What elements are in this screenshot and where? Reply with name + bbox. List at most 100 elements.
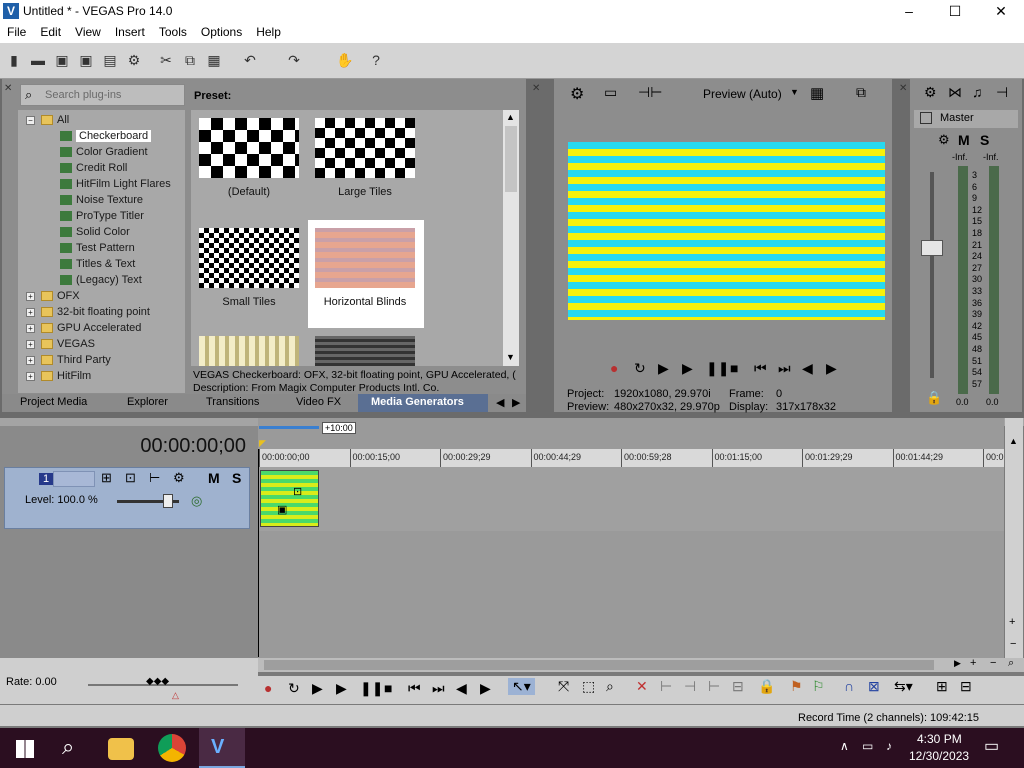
loop-icon[interactable]: ↻	[288, 680, 300, 697]
play-icon[interactable]: ▶	[336, 680, 347, 697]
event-fx-icon[interactable]: ▣	[277, 503, 287, 516]
maximize-button[interactable]: ☐	[932, 0, 978, 23]
track-fx-icon[interactable]: ⊡	[125, 470, 136, 486]
tree-plugin[interactable]: Credit Roll	[60, 160, 127, 176]
track-compositing-icon[interactable]: ⊢	[149, 470, 160, 486]
lock-envelopes-icon[interactable]: ⊞	[936, 678, 948, 695]
auto-crossfade-icon[interactable]: ⊠	[868, 678, 880, 695]
scroll-up-icon[interactable]: ▲	[1009, 436, 1018, 446]
save-icon[interactable]: ▣	[54, 52, 70, 68]
preset-partial-thumb-1[interactable]	[199, 336, 299, 366]
stop-icon[interactable]: ■	[384, 680, 392, 696]
event-pan-crop-icon[interactable]: ⊡	[293, 485, 302, 498]
menu-options[interactable]: Options	[194, 23, 249, 39]
paste-icon[interactable]: ▦	[206, 52, 222, 68]
preset-small-tiles-thumb[interactable]	[199, 228, 299, 288]
video-track-lane[interactable]	[258, 467, 1004, 531]
plugin-icon[interactable]: ✋	[336, 52, 353, 68]
preset-partial-thumb-2[interactable]	[315, 336, 415, 366]
tree-folder[interactable]: + HitFilm	[26, 368, 91, 384]
split-icon[interactable]: ⊟	[732, 678, 744, 695]
tree-plugin[interactable]: ProType Titler	[60, 208, 144, 224]
preset-scrollbar[interactable]: ▲ ▼	[503, 110, 519, 366]
search-icon[interactable]: ⌕	[62, 734, 74, 760]
marker-icon[interactable]: ⚑	[790, 678, 803, 695]
tab-transitions[interactable]: Transitions	[206, 396, 259, 408]
tree-plugin[interactable]: Solid Color	[60, 224, 130, 240]
trim-end-icon[interactable]: ⊢	[708, 678, 720, 695]
new-icon[interactable]: ▮	[6, 52, 22, 68]
trim-icon[interactable]: ⊢	[660, 678, 672, 695]
pause-icon[interactable]: ❚❚	[706, 360, 729, 377]
envelope-tool-icon[interactable]: ⤧	[558, 678, 569, 695]
tray-network-icon[interactable]: ▭	[862, 739, 873, 753]
close-pane-icon[interactable]: ✕	[4, 83, 12, 94]
start-button[interactable]	[8, 738, 40, 760]
properties-icon[interactable]: ⚙	[126, 52, 142, 68]
tree-folder[interactable]: + VEGAS	[26, 336, 95, 352]
file-explorer-icon[interactable]	[108, 738, 134, 760]
scroll-up-icon[interactable]: ▲	[506, 112, 515, 122]
tree-plugin[interactable]: Color Gradient	[60, 144, 148, 160]
expand-icon[interactable]: +	[26, 291, 35, 301]
tray-volume-icon[interactable]: ♪	[886, 739, 892, 753]
expand-icon[interactable]: +	[26, 339, 35, 349]
loop-region[interactable]	[259, 426, 319, 429]
h-zoom-out-icon[interactable]: −	[990, 657, 996, 669]
scroll-thumb[interactable]	[505, 126, 517, 192]
normal-edit-tool-icon[interactable]: ↖▾	[508, 678, 535, 695]
hscroll-right-icon[interactable]: ▶	[954, 658, 961, 669]
tree-plugin[interactable]: HitFilm Light Flares	[60, 176, 171, 192]
preview-properties-icon[interactable]: ⚙	[570, 84, 584, 104]
tree-plugin[interactable]: Checkerboard	[60, 128, 152, 144]
track-settings-icon[interactable]: ⚙	[173, 470, 185, 486]
render-icon[interactable]: ▤	[102, 52, 118, 68]
ripple-edit-icon[interactable]: ⇆▾	[894, 678, 913, 695]
lock-icon[interactable]: 🔒	[926, 390, 942, 406]
track-s-button[interactable]: S	[232, 470, 241, 486]
copy-snapshot-icon[interactable]: ⧉	[856, 84, 866, 101]
snapping-icon[interactable]: ∩	[844, 678, 854, 694]
video-event-clip[interactable]: ⊡ ▣	[260, 470, 319, 527]
tab-prev-icon[interactable]: ◀	[496, 396, 504, 409]
tree-plugin[interactable]: Noise Texture	[60, 192, 143, 208]
ignore-grouping-icon[interactable]: ⊟	[960, 678, 972, 695]
timeline-hscroll[interactable]: ▶ + − ⌕	[258, 657, 1024, 672]
track-level-thumb[interactable]	[163, 494, 173, 508]
stop-icon[interactable]: ■	[730, 360, 738, 376]
video-track-header[interactable]: 1 ⊞ ⊡ ⊢ ⚙ M S Level: 100.0 % ◎	[4, 467, 250, 529]
undo-icon[interactable]: ↶	[242, 52, 258, 68]
chevron-down-icon[interactable]: ▼	[790, 87, 799, 97]
tab-video-fx[interactable]: Video FX	[296, 396, 341, 408]
menu-file[interactable]: File	[0, 23, 33, 39]
selection-tool-icon[interactable]: ⬚	[582, 678, 595, 695]
clock-time[interactable]: 4:30 PM	[917, 732, 962, 746]
track-m-button[interactable]: M	[208, 470, 220, 486]
menu-view[interactable]: View	[68, 23, 108, 39]
open-icon[interactable]: ▬	[30, 52, 46, 68]
search-input[interactable]: ⌕ Search plug-ins	[20, 84, 185, 106]
chrome-icon[interactable]	[158, 734, 186, 762]
track-name-field[interactable]	[53, 471, 95, 487]
overlays-icon[interactable]: ▦	[810, 84, 824, 102]
downmix-icon[interactable]: ⋈	[948, 84, 962, 101]
go-end-icon[interactable]: ⏭	[432, 680, 445, 697]
close-button[interactable]: ✕	[978, 0, 1024, 23]
expand-icon[interactable]: +	[26, 371, 35, 381]
h-zoom-tool-icon[interactable]: ⌕	[1008, 657, 1014, 670]
tree-plugin[interactable]: Titles & Text	[60, 256, 135, 272]
expand-icon[interactable]: +	[26, 307, 35, 317]
tab-explorer[interactable]: Explorer	[127, 396, 168, 408]
tree-folder[interactable]: − All	[26, 112, 69, 128]
tree-folder[interactable]: + GPU Accelerated	[26, 320, 141, 336]
tab-project-media[interactable]: Project Media	[20, 396, 87, 408]
menu-edit[interactable]: Edit	[33, 23, 68, 39]
trim-start-icon[interactable]: ⊣	[684, 678, 696, 695]
master-s-button[interactable]: S	[980, 132, 989, 148]
play-from-start-icon[interactable]: ▶	[658, 360, 669, 377]
go-start-icon[interactable]: ⏮	[754, 360, 767, 377]
menu-tools[interactable]: Tools	[152, 23, 194, 39]
region-icon[interactable]: ⚐	[812, 678, 825, 695]
rate-slider-thumb[interactable]: ◆◆◆	[146, 676, 169, 687]
cut-icon[interactable]: ✂	[158, 52, 174, 68]
